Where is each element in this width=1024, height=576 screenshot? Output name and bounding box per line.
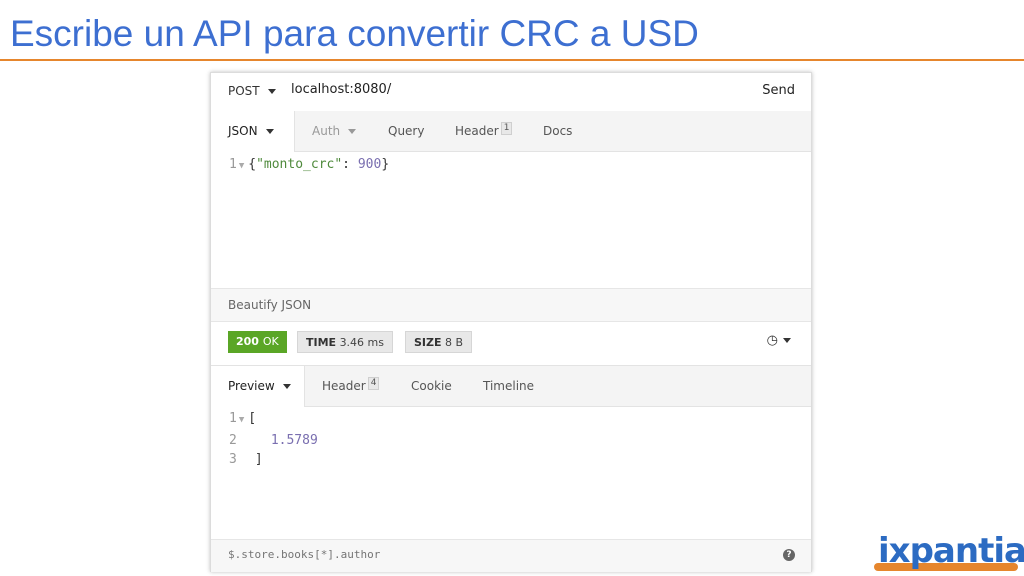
code-line: 1 ▼ [ (229, 409, 318, 431)
tab-preview[interactable]: Preview (211, 366, 305, 407)
tab-auth[interactable]: Auth (312, 124, 357, 138)
response-tabs: Preview Header 4 Cookie Timeline (211, 365, 811, 407)
chevron-down-icon (267, 89, 276, 94)
json-bracket-open: [ (248, 411, 257, 426)
json-value: 900 (357, 157, 382, 172)
tab-label: Preview (228, 379, 275, 393)
code-line: 3] (229, 450, 318, 470)
ixpantia-logo: ixpantia (874, 531, 1024, 573)
request-tabs: JSON Auth Query Header 1 Docs (211, 111, 811, 152)
line-number: 1 (229, 411, 237, 426)
url-bar: POST localhost:8080/ Send (211, 73, 811, 112)
chevron-down-icon (348, 129, 357, 134)
method-label: POST (228, 84, 260, 98)
chevron-down-icon (282, 384, 291, 389)
fold-arrow-icon[interactable]: ▼ (239, 415, 244, 425)
size-badge: SIZE 8 B (405, 331, 473, 353)
api-client-window: POST localhost:8080/ Send JSON Auth Quer… (210, 72, 812, 572)
send-button[interactable]: Send (762, 83, 795, 98)
logo-text: ixpantia (878, 531, 1024, 571)
chevron-down-icon (783, 338, 791, 343)
code-line: 2 1.5789 (229, 431, 318, 451)
tab-label: Header (455, 124, 499, 138)
method-dropdown[interactable]: POST (228, 84, 276, 98)
status-code: 200 (236, 335, 259, 348)
help-icon[interactable]: ? (783, 549, 795, 561)
history-dropdown[interactable]: ◷ (767, 333, 791, 348)
size-label: SIZE (414, 336, 442, 349)
status-badge: 200 OK (228, 331, 287, 353)
chevron-down-icon (265, 129, 274, 134)
response-body-viewer: 1 ▼ [ 2 1.5789 3] (229, 409, 318, 470)
tab-query[interactable]: Query (388, 124, 424, 138)
tab-response-header[interactable]: Header 4 (322, 377, 380, 393)
tab-docs[interactable]: Docs (543, 124, 572, 138)
json-value: 1.5789 (270, 432, 318, 448)
line-number: 2 (229, 432, 237, 448)
time-badge: TIME 3.46 ms (297, 331, 393, 353)
json-brace-close: } (381, 157, 390, 172)
tab-body-json[interactable]: JSON (211, 111, 295, 152)
header-count-badge: 4 (367, 377, 380, 390)
fold-arrow-icon[interactable]: ▼ (239, 161, 244, 171)
json-key: "monto_crc" (256, 157, 343, 172)
json-bracket-close: ] (254, 452, 263, 467)
tab-label: Header (322, 379, 366, 393)
tab-timeline[interactable]: Timeline (483, 379, 534, 393)
response-filter-input[interactable] (228, 548, 528, 561)
tab-header[interactable]: Header 1 (455, 122, 513, 138)
beautify-bar: Beautify JSON (211, 288, 811, 322)
time-value: 3.46 ms (339, 336, 384, 349)
response-status-bar: 200 OK TIME 3.46 ms SIZE 8 B ◷ (211, 321, 811, 365)
tab-label: JSON (228, 124, 258, 138)
slide-title: Escribe un API para convertir CRC a USD (10, 13, 699, 54)
json-colon: : (342, 157, 358, 172)
title-underline (0, 59, 1024, 61)
url-input[interactable]: localhost:8080/ (291, 82, 391, 97)
tab-label: Auth (312, 124, 341, 138)
time-label: TIME (306, 336, 337, 349)
line-number: 1 (229, 157, 237, 172)
status-text: OK (262, 335, 279, 348)
clock-icon: ◷ (766, 333, 778, 348)
beautify-json-button[interactable]: Beautify JSON (228, 298, 311, 312)
size-value: 8 B (445, 336, 464, 349)
tab-cookie[interactable]: Cookie (411, 379, 452, 393)
request-body-editor[interactable]: 1 ▼ {"monto_crc": 900} (229, 157, 389, 172)
header-count-badge: 1 (500, 122, 513, 135)
line-number: 3 (229, 452, 237, 467)
response-filter-bar: ? (211, 539, 811, 572)
json-brace-open: { (248, 157, 257, 172)
